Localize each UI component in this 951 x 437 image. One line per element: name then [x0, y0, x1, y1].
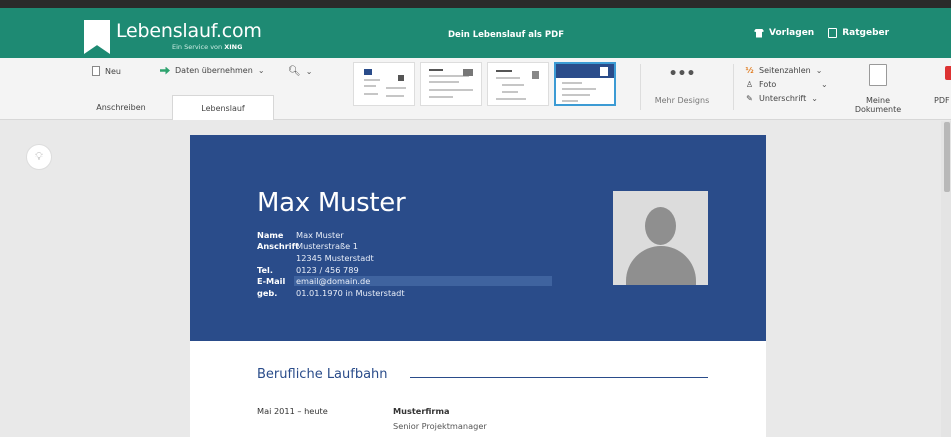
chevron-down-icon: ⌄ — [821, 79, 828, 89]
resume-page: Max Muster Name Max Muster Anschrift Muste… — [190, 135, 766, 437]
logo-flag-icon — [84, 20, 110, 54]
info-row[interactable]: Name Max Muster — [257, 229, 552, 241]
design-thumbnail-selected[interactable] — [554, 62, 616, 106]
info-row[interactable]: Anschrift Musterstraße 1 — [257, 241, 552, 253]
logo[interactable]: Lebenslauf.com Ein Service von XING — [84, 20, 262, 60]
page-numbers-icon: ½ — [745, 65, 754, 75]
more-designs-button[interactable]: ••• Mehr Designs — [650, 64, 714, 108]
design-thumbnail[interactable] — [487, 62, 549, 106]
photo-person-icon: ♙ — [745, 79, 754, 89]
chevron-down-icon: ⌄ — [811, 93, 818, 103]
documents-icon — [869, 64, 887, 86]
document-tabs: Anschreiben Lebenslauf — [70, 95, 274, 120]
info-row[interactable]: 12345 Musterstadt — [257, 252, 552, 264]
import-data-button[interactable]: Daten übernehmen ⌄ — [160, 66, 265, 75]
design-thumbnail[interactable] — [353, 62, 415, 106]
tab-lebenslauf[interactable]: Lebenslauf — [172, 95, 274, 120]
page-numbers-option[interactable]: ½ Seitenzahlen ⌄ — [745, 63, 822, 77]
import-arrow-icon — [160, 66, 170, 75]
logo-subtitle: Ein Service von XING — [172, 43, 243, 51]
signature-option[interactable]: ✎ Unterschrift ⌄ — [745, 91, 822, 105]
my-documents-button[interactable]: Meine Dokumente — [842, 64, 914, 114]
info-row-highlighted[interactable]: E-Mail email@domain.de — [257, 275, 552, 287]
new-button[interactable]: Neu — [92, 66, 121, 76]
resume-name[interactable]: Max Muster — [257, 188, 406, 218]
pdf-download-link[interactable]: Dein Lebenslauf als PDF — [448, 30, 564, 40]
tip-lightbulb-button[interactable]: 💡︎ — [26, 144, 52, 170]
design-thumbnail[interactable] — [420, 62, 482, 106]
lightbulb-icon: 💡︎ — [35, 150, 43, 163]
tab-anschreiben[interactable]: Anschreiben — [70, 95, 172, 120]
logo-name: Lebenslauf.com — [116, 20, 262, 42]
ratgeber-link[interactable]: Ratgeber — [828, 28, 889, 38]
pdf-icon[interactable] — [945, 66, 951, 80]
section-title[interactable]: Berufliche Laufbahn — [257, 367, 388, 382]
photo-option[interactable]: ♙ Foto ⌄ — [745, 77, 828, 91]
info-row[interactable]: Tel. 0123 / 456 789 — [257, 264, 552, 276]
avatar-head-icon — [645, 207, 676, 245]
templates-icon — [754, 28, 764, 38]
scrollbar-thumb[interactable] — [944, 122, 950, 192]
vorlagen-link[interactable]: Vorlagen — [754, 28, 814, 38]
document-options: ½ Seitenzahlen ⌄ ♙ Foto ⌄ ✎ Unterschrift… — [745, 63, 828, 105]
chevron-down-icon: ⌄ — [305, 67, 313, 76]
chevron-down-icon: ⌄ — [257, 66, 265, 75]
pdf-button-label[interactable]: PDF — [934, 96, 950, 105]
entry-role[interactable]: Senior Projektmanager — [393, 421, 487, 431]
pen-icon: ✎ — [746, 93, 753, 103]
info-row[interactable]: geb. 01.01.1970 in Musterstadt — [257, 287, 552, 299]
new-document-icon — [92, 66, 100, 76]
design-thumbnails — [353, 62, 616, 106]
profile-photo-placeholder[interactable] — [613, 191, 708, 285]
resume-header: Max Muster Name Max Muster Anschrift Muste… — [190, 135, 766, 341]
separator — [640, 64, 641, 110]
chevron-down-icon: ⌄ — [815, 65, 823, 75]
personal-info: Name Max Muster Anschrift Musterstraße 1 1… — [257, 229, 552, 299]
more-dots-icon: ••• — [668, 66, 696, 82]
zoom-icon: 🔍︎ — [288, 66, 301, 77]
top-bar: Lebenslauf.com Ein Service von XING Dein… — [0, 0, 951, 58]
zoom-button[interactable]: 🔍︎ ⌄ — [288, 66, 312, 77]
toolbar: Neu Daten übernehmen ⌄ 🔍︎ ⌄ Anschreiben … — [0, 58, 951, 120]
entry-company[interactable]: Musterfirma — [393, 406, 450, 416]
separator — [733, 64, 734, 110]
guide-book-icon — [828, 28, 838, 38]
entry-date[interactable]: Mai 2011 – heute — [257, 406, 328, 416]
avatar-body-icon — [626, 246, 696, 285]
section-divider — [410, 377, 708, 378]
